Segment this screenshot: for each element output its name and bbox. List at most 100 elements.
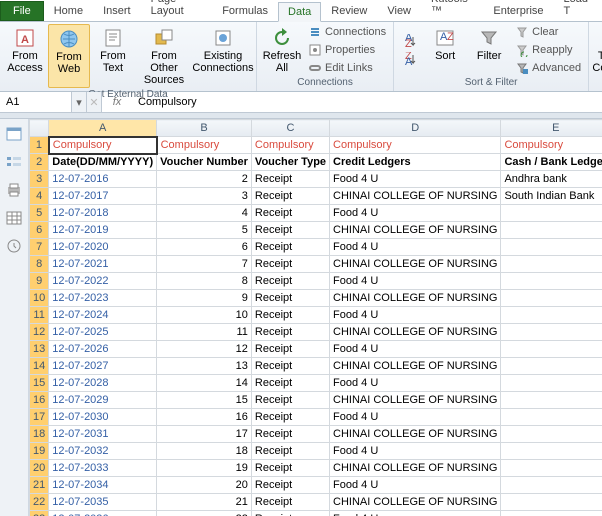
- cell[interactable]: Receipt: [251, 273, 329, 290]
- tab-enterprise[interactable]: Enterprise: [483, 1, 553, 21]
- cell[interactable]: Receipt: [251, 307, 329, 324]
- cell[interactable]: 12-07-2020: [49, 239, 157, 256]
- row-header[interactable]: 17: [30, 409, 49, 426]
- row-header[interactable]: 20: [30, 460, 49, 477]
- row-header[interactable]: 4: [30, 188, 49, 205]
- tab-kutools-[interactable]: Kutools ™: [421, 0, 483, 21]
- row-header[interactable]: 11: [30, 307, 49, 324]
- cell[interactable]: Receipt: [251, 222, 329, 239]
- cell[interactable]: 8: [157, 273, 252, 290]
- cell[interactable]: Receipt: [251, 392, 329, 409]
- from-text-button[interactable]: From Text: [92, 24, 134, 88]
- cell[interactable]: 12-07-2026: [49, 341, 157, 358]
- row-header[interactable]: 19: [30, 443, 49, 460]
- cell[interactable]: Receipt: [251, 171, 329, 188]
- cell[interactable]: 12-07-2032: [49, 443, 157, 460]
- cell[interactable]: 12-07-2023: [49, 290, 157, 307]
- cell[interactable]: Food 4 U: [330, 409, 501, 426]
- cell[interactable]: [501, 511, 602, 516]
- cell[interactable]: Food 4 U: [330, 205, 501, 222]
- pane-history-icon[interactable]: [6, 239, 22, 253]
- row-header[interactable]: 6: [30, 222, 49, 239]
- pane-list-icon[interactable]: [6, 155, 22, 169]
- cell[interactable]: CHINAI COLLEGE OF NURSING: [330, 358, 501, 375]
- cell[interactable]: 17: [157, 426, 252, 443]
- cell[interactable]: Food 4 U: [330, 239, 501, 256]
- cell[interactable]: 12-07-2021: [49, 256, 157, 273]
- fx-icon[interactable]: fx: [102, 96, 132, 108]
- refresh-all-button[interactable]: Refresh All: [261, 24, 303, 76]
- cell[interactable]: Credit Ledgers: [330, 154, 501, 171]
- cell[interactable]: 10: [157, 307, 252, 324]
- cell[interactable]: 12: [157, 341, 252, 358]
- row-header[interactable]: 12: [30, 324, 49, 341]
- cell[interactable]: Compulsory: [330, 137, 501, 154]
- cell[interactable]: 4: [157, 205, 252, 222]
- cell[interactable]: Food 4 U: [330, 477, 501, 494]
- col-header-E[interactable]: E: [501, 120, 602, 137]
- cell[interactable]: CHINAI COLLEGE OF NURSING: [330, 324, 501, 341]
- pane-new-icon[interactable]: [6, 127, 22, 141]
- cell[interactable]: CHINAI COLLEGE OF NURSING: [330, 392, 501, 409]
- row-header[interactable]: 22: [30, 494, 49, 511]
- row-header[interactable]: 23: [30, 511, 49, 516]
- cell[interactable]: Food 4 U: [330, 511, 501, 516]
- cell[interactable]: 13: [157, 358, 252, 375]
- row-header[interactable]: 3: [30, 171, 49, 188]
- sort-za-button[interactable]: ZA: [400, 51, 420, 67]
- cell[interactable]: [501, 460, 602, 477]
- cell[interactable]: Cash / Bank Ledger: [501, 154, 602, 171]
- cell[interactable]: Food 4 U: [330, 375, 501, 392]
- cell[interactable]: Compulsory: [157, 137, 252, 154]
- cell[interactable]: Receipt: [251, 460, 329, 477]
- row-header[interactable]: 7: [30, 239, 49, 256]
- cell[interactable]: CHINAI COLLEGE OF NURSING: [330, 494, 501, 511]
- cell[interactable]: [501, 375, 602, 392]
- cell[interactable]: 11: [157, 324, 252, 341]
- cell[interactable]: Food 4 U: [330, 341, 501, 358]
- cell[interactable]: [501, 273, 602, 290]
- name-box[interactable]: A1: [0, 92, 72, 112]
- pane-print-icon[interactable]: [6, 183, 22, 197]
- name-box-dropdown[interactable]: ▾: [72, 92, 87, 112]
- cell[interactable]: [501, 290, 602, 307]
- row-header[interactable]: 16: [30, 392, 49, 409]
- properties-button[interactable]: Properties: [305, 42, 389, 58]
- tab-file[interactable]: File: [0, 1, 44, 21]
- cell[interactable]: [501, 205, 602, 222]
- cell[interactable]: 7: [157, 256, 252, 273]
- cell[interactable]: CHINAI COLLEGE OF NURSING: [330, 256, 501, 273]
- col-header-C[interactable]: C: [251, 120, 329, 137]
- cell[interactable]: Receipt: [251, 324, 329, 341]
- col-header-D[interactable]: D: [330, 120, 501, 137]
- cell[interactable]: CHINAI COLLEGE OF NURSING: [330, 426, 501, 443]
- cell[interactable]: Receipt: [251, 511, 329, 516]
- cell[interactable]: 22: [157, 511, 252, 516]
- row-header[interactable]: 13: [30, 341, 49, 358]
- text-to-columns-button[interactable]: Text to Columns: [593, 24, 602, 76]
- cell[interactable]: CHINAI COLLEGE OF NURSING: [330, 290, 501, 307]
- tab-page-layout[interactable]: Page Layout: [141, 0, 213, 21]
- row-header[interactable]: 2: [30, 154, 49, 171]
- cell[interactable]: 12-07-2033: [49, 460, 157, 477]
- cell[interactable]: 12-07-2025: [49, 324, 157, 341]
- cell[interactable]: [501, 409, 602, 426]
- tab-insert[interactable]: Insert: [93, 1, 141, 21]
- row-header[interactable]: 9: [30, 273, 49, 290]
- from-other-button[interactable]: From Other Sources: [136, 24, 192, 88]
- clear-button[interactable]: Clear: [512, 24, 584, 40]
- cell[interactable]: Food 4 U: [330, 171, 501, 188]
- cell[interactable]: Voucher Type: [251, 154, 329, 171]
- cell[interactable]: 12-07-2022: [49, 273, 157, 290]
- cell[interactable]: Voucher Number: [157, 154, 252, 171]
- cell[interactable]: 12-07-2027: [49, 358, 157, 375]
- cell[interactable]: 18: [157, 443, 252, 460]
- cell[interactable]: Receipt: [251, 205, 329, 222]
- row-header[interactable]: 5: [30, 205, 49, 222]
- cell[interactable]: Food 4 U: [330, 307, 501, 324]
- cell[interactable]: 12-07-2028: [49, 375, 157, 392]
- col-header-B[interactable]: B: [157, 120, 252, 137]
- cell[interactable]: 15: [157, 392, 252, 409]
- formula-bar[interactable]: Compulsory: [132, 96, 602, 108]
- row-header[interactable]: 18: [30, 426, 49, 443]
